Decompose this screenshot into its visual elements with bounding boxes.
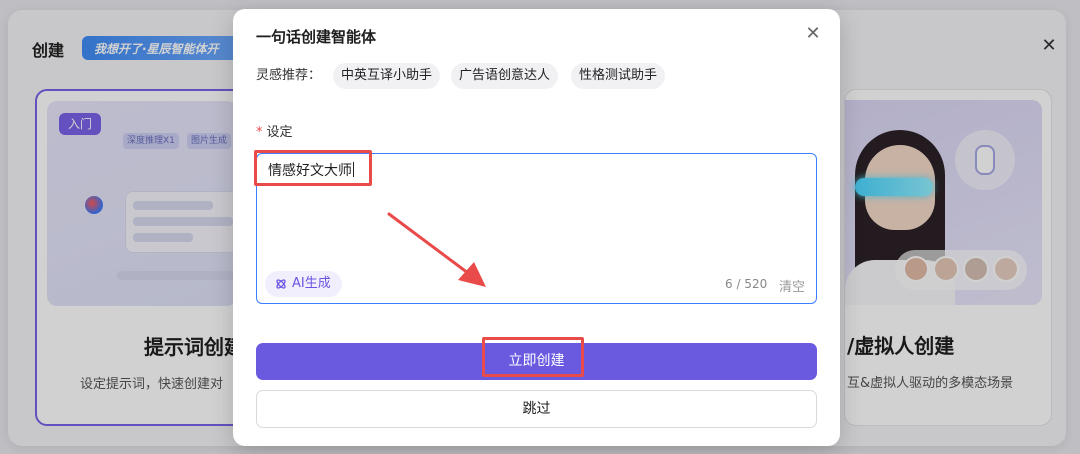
setting-text: 情感好文大师 [268, 163, 352, 179]
skip-button[interactable]: 跳过 [256, 390, 817, 428]
create-agent-modal: 一句话创建智能体 ✕ 灵感推荐： 中英互译小助手 广告语创意达人 性格测试助手 … [233, 9, 840, 446]
char-counter: 6 / 520 [725, 277, 768, 291]
setting-textarea-value[interactable]: 情感好文大师 [268, 160, 354, 180]
close-icon[interactable]: ✕ [803, 24, 823, 44]
required-asterisk: * [256, 125, 263, 140]
setting-textarea[interactable]: 情感好文大师 AI生成 6 / 520 清空 [256, 153, 817, 304]
setting-label-text: 设定 [266, 125, 293, 140]
inspiration-label: 灵感推荐： [256, 68, 322, 83]
clear-button[interactable]: 清空 [779, 276, 805, 295]
modal-title: 一句话创建智能体 [256, 28, 377, 46]
ai-generate-label: AI生成 [292, 276, 331, 291]
inspiration-chip[interactable]: 中英互译小助手 [333, 63, 441, 89]
inspiration-chip[interactable]: 广告语创意达人 [451, 63, 559, 89]
sparkle-icon [276, 279, 286, 289]
create-now-button[interactable]: 立即创建 [256, 343, 817, 380]
ai-generate-button[interactable]: AI生成 [265, 271, 342, 297]
setting-label: * 设定 [256, 121, 293, 140]
text-caret [353, 162, 354, 177]
inspiration-chip[interactable]: 性格测试助手 [571, 63, 666, 89]
